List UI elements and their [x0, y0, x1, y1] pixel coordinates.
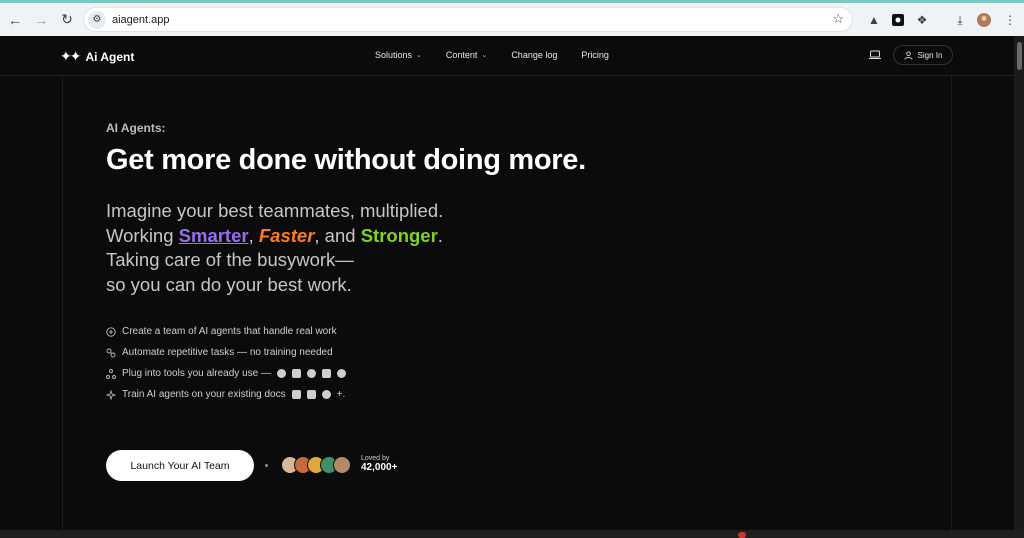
sign-in-label: Sign In [917, 50, 943, 60]
slack-icon [321, 390, 331, 399]
site-header: ✦✦ Ai Agent Solutions ⌄ Content ⌄ Change… [0, 36, 1014, 76]
hero-subtext: Imagine your best teammates, multiplied.… [106, 199, 443, 297]
scrollbar-thumb[interactable] [1017, 42, 1022, 70]
chevron-down-icon: ⌄ [481, 52, 488, 59]
period: . [437, 224, 443, 246]
brand-logo[interactable]: ✦✦ Ai Agent [60, 48, 134, 65]
separator-dot [265, 464, 268, 467]
browser-menu-icon[interactable]: ⋮ [1002, 12, 1018, 28]
sign-in-button[interactable]: Sign In [893, 45, 953, 65]
link-icon [106, 348, 116, 357]
browser-toolbar: ← → ↻ ⚙ aiagent.app ☆ ▲ ❖ ⤓ ⋮ [0, 0, 1024, 36]
sub-line-2: Working Smarter, Faster, and Stronger. [106, 224, 443, 249]
page-scrollbar[interactable] [1014, 36, 1024, 530]
user-icon [903, 50, 913, 60]
puzzle-icon[interactable]: ❖ [914, 12, 930, 28]
nodes-icon [106, 368, 116, 379]
nav-content[interactable]: Content ⌄ [446, 50, 487, 60]
taskbar-indicator [738, 532, 746, 538]
profile-avatar[interactable] [976, 12, 992, 28]
taskbar-strip [0, 530, 1024, 538]
cloud-icon [321, 369, 331, 378]
laptop-icon[interactable] [868, 48, 882, 62]
notion-icon [306, 390, 316, 399]
feature-text: Automate repetitive tasks — no training … [122, 347, 333, 358]
bookmark-star-icon[interactable]: ☆ [832, 11, 844, 27]
nav-content-label: Content [445, 50, 478, 60]
sub-line-2-prefix: Working [106, 224, 179, 246]
smarter-word: Smarter [178, 224, 249, 246]
nav-change-log-label: Change log [511, 50, 558, 60]
address-bar[interactable]: ⚙ aiagent.app ☆ [84, 8, 852, 31]
extension-icon[interactable]: ▲ [866, 12, 882, 28]
feature-item: Automate repetitive tasks — no training … [106, 342, 346, 363]
social-proof: Loved by 42,000+ [361, 455, 397, 473]
comma: , [248, 224, 259, 246]
main-nav: Solutions ⌄ Content ⌄ Change log Pricing [375, 50, 633, 60]
sparkle-logo-icon: ✦✦ [60, 48, 82, 64]
telegram-icon [306, 369, 316, 378]
chevron-down-icon: ⌄ [416, 52, 422, 59]
reload-button[interactable]: ↻ [56, 9, 78, 31]
feature-text: Create a team of AI agents that handle r… [122, 326, 337, 337]
feature-text: Plug into tools you already use — [122, 368, 271, 379]
site-info-icon[interactable]: ⚙ [88, 10, 106, 29]
stronger-word: Stronger [360, 224, 438, 246]
avatar [333, 456, 351, 474]
plus-circle-icon [106, 326, 116, 337]
faster-word: Faster [258, 224, 315, 246]
sparkle-icon [106, 389, 116, 400]
nav-pricing[interactable]: Pricing [581, 50, 609, 60]
web-page: ✦✦ Ai Agent Solutions ⌄ Content ⌄ Change… [0, 36, 1014, 530]
feature-item: Plug into tools you already use — [106, 363, 346, 384]
sub-line-1: Imagine your best teammates, multiplied. [106, 200, 444, 221]
feature-list: Create a team of AI agents that handle r… [106, 321, 346, 405]
nav-change-log[interactable]: Change log [511, 50, 557, 60]
nav-pricing-label: Pricing [581, 50, 609, 60]
google-drive-icon [291, 390, 301, 399]
brand-name: Ai Agent [85, 49, 135, 64]
launch-ai-team-button[interactable]: Launch Your AI Team [106, 450, 254, 481]
github-icon [276, 369, 286, 378]
hero-eyebrow: AI Agents: [106, 121, 166, 135]
download-icon[interactable]: ⤓ [952, 12, 968, 28]
feature-item: Create a team of AI agents that handle r… [106, 321, 346, 342]
user-avatars [281, 456, 351, 474]
more-tools-suffix: +. [336, 389, 346, 400]
feature-text: Train AI agents on your existing docs [122, 389, 286, 400]
sub-line-3: Taking care of the busywork— [106, 249, 354, 270]
nav-solutions-label: Solutions [375, 50, 413, 60]
globe-icon [336, 369, 346, 378]
gmail-icon [291, 369, 301, 378]
loved-by-label: Loved by [361, 455, 390, 462]
hero-headline: Get more done without doing more. [106, 144, 586, 176]
and-word: , and [314, 224, 361, 246]
feature-item: Train AI agents on your existing docs +. [106, 384, 346, 405]
nav-solutions[interactable]: Solutions ⌄ [375, 50, 422, 60]
url-text: aiagent.app [112, 13, 170, 26]
loved-by-count: 42,000+ [361, 462, 398, 473]
back-button[interactable]: ← [4, 9, 26, 31]
sub-line-4: so you can do your best work. [106, 273, 352, 295]
forward-button[interactable]: → [30, 9, 52, 31]
extension-box-icon[interactable] [890, 12, 906, 28]
